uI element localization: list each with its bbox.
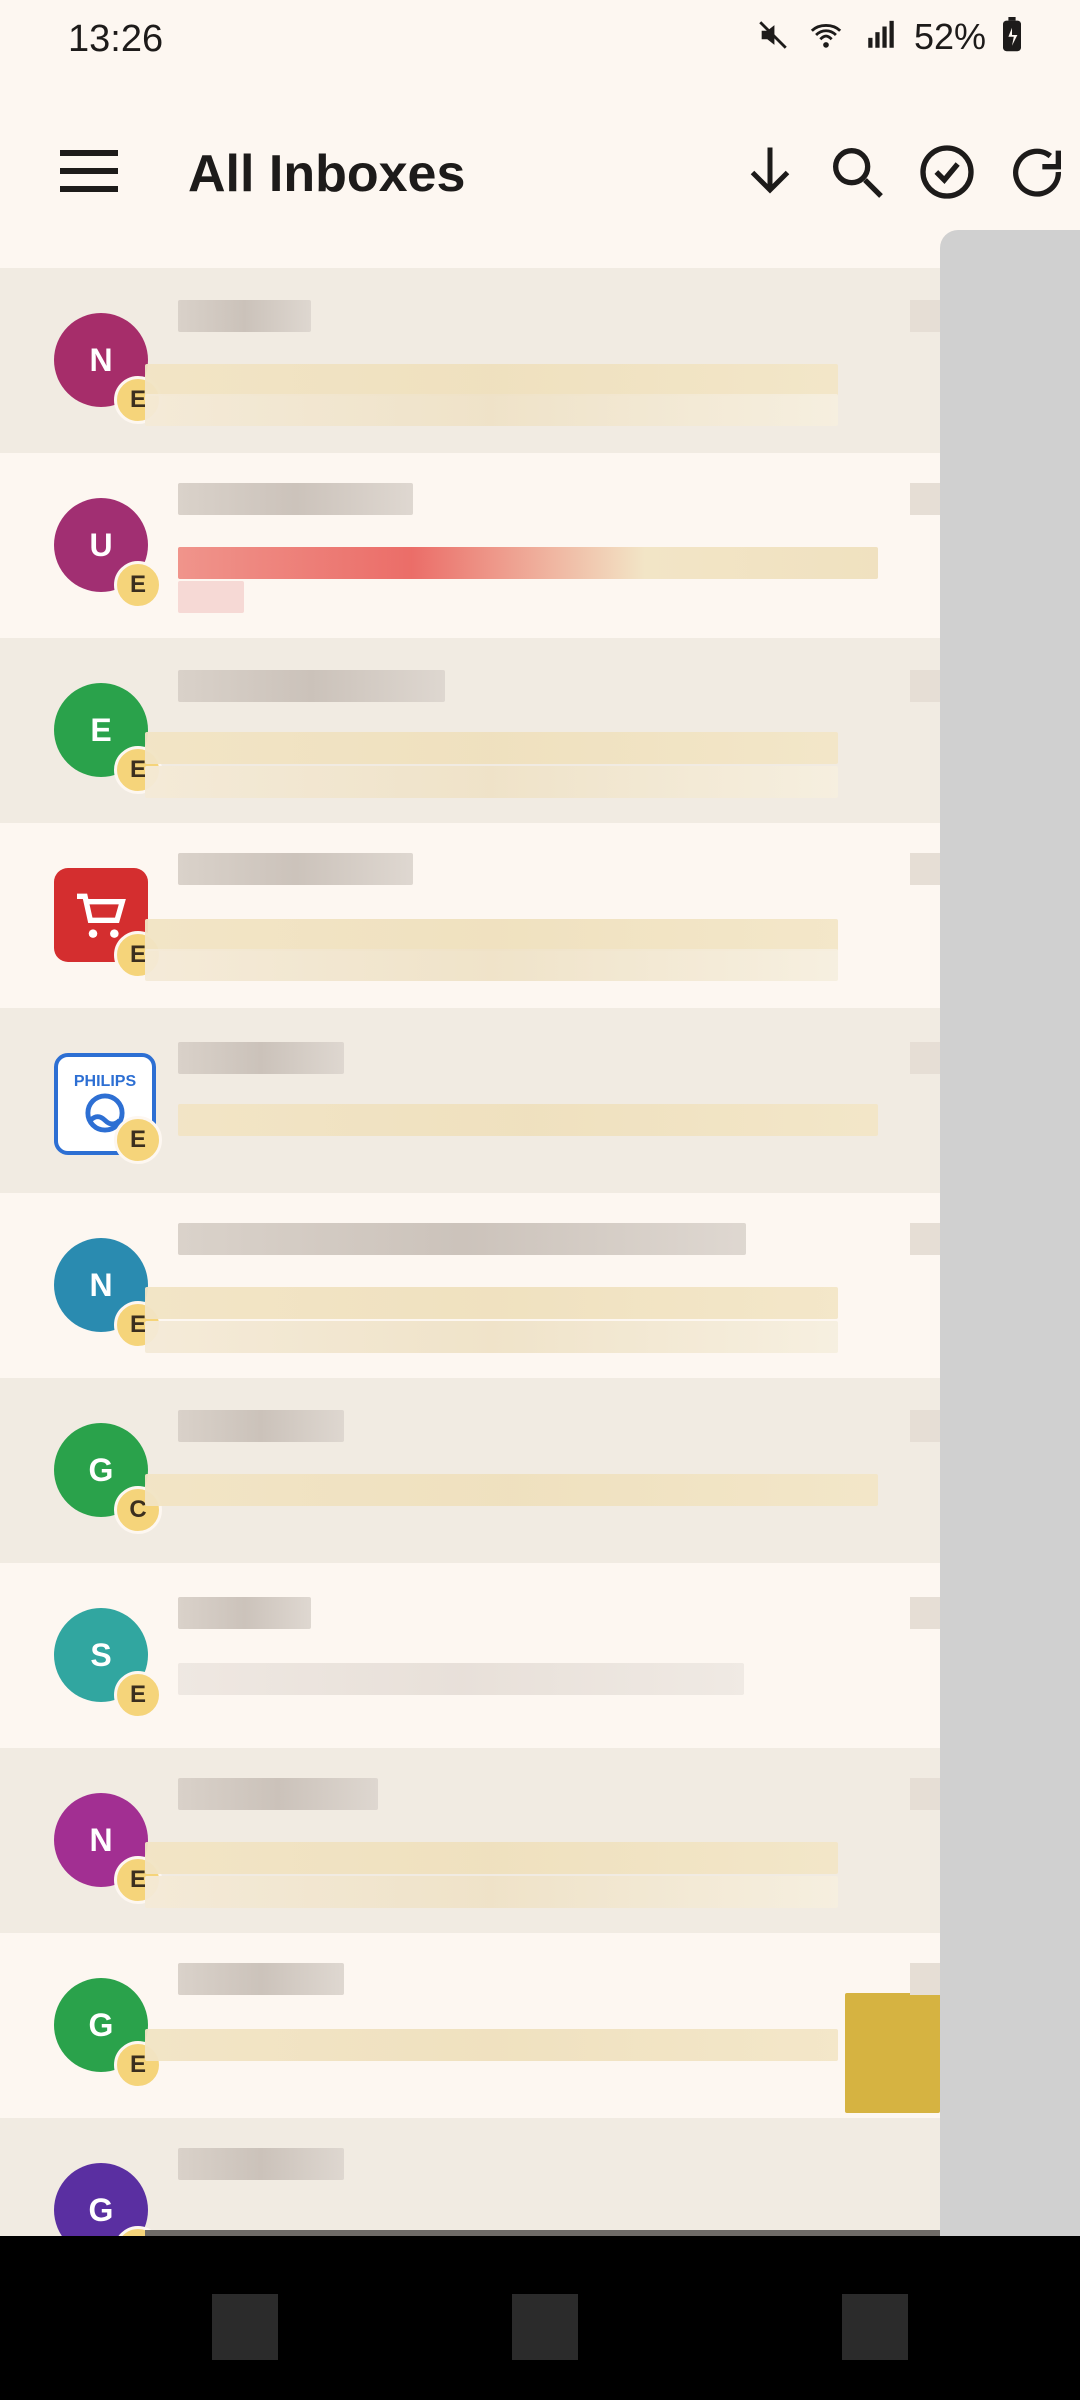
status-bar: 13:26 52% <box>0 0 1080 80</box>
message-preview-blurred <box>145 1563 940 1748</box>
scrollbar[interactable] <box>940 230 1080 2400</box>
message-list: N E U E E E E PHILIPS E N E G C S E N E … <box>0 268 1080 2303</box>
message-preview-blurred <box>145 1748 940 1933</box>
message-row[interactable]: N E <box>0 1193 1080 1378</box>
message-row[interactable]: E E <box>0 638 1080 823</box>
mute-icon <box>756 18 790 57</box>
menu-icon <box>56 150 122 206</box>
arrow-down-icon <box>740 147 800 204</box>
refresh-button[interactable] <box>1005 140 1075 210</box>
message-row[interactable]: N E <box>0 1748 1080 1933</box>
select-all-button[interactable] <box>915 140 985 210</box>
system-nav-bar <box>0 2236 1080 2400</box>
message-row[interactable]: G E <box>0 1933 1080 2118</box>
message-row[interactable]: U E <box>0 453 1080 638</box>
message-row[interactable]: G C <box>0 1378 1080 1563</box>
menu-button[interactable] <box>56 142 136 206</box>
search-icon <box>825 148 889 208</box>
message-preview-blurred <box>145 268 940 453</box>
message-preview-blurred <box>145 1008 940 1193</box>
message-row[interactable]: PHILIPS E <box>0 1008 1080 1193</box>
message-row[interactable]: N E <box>0 268 1080 453</box>
message-preview-blurred <box>145 1193 940 1378</box>
battery-percent: 52% <box>913 16 986 57</box>
home-button[interactable] <box>512 2294 578 2360</box>
signal-icon <box>862 18 900 57</box>
status-time: 13:26 <box>68 18 164 60</box>
battery-icon <box>1000 16 1024 58</box>
download-button[interactable] <box>740 140 810 210</box>
message-row[interactable]: S E <box>0 1563 1080 1748</box>
message-preview-blurred <box>145 1933 940 2118</box>
message-preview-blurred <box>145 823 940 1008</box>
refresh-icon <box>1005 148 1069 208</box>
message-row[interactable]: E <box>0 823 1080 1008</box>
search-button[interactable] <box>825 140 895 210</box>
app-bar: All Inboxes <box>0 100 1080 250</box>
recent-apps-button[interactable] <box>212 2294 278 2360</box>
page-title: All Inboxes <box>188 145 466 203</box>
check-circle-icon <box>915 145 979 208</box>
back-button[interactable] <box>842 2294 908 2360</box>
message-preview-blurred <box>145 1378 940 1563</box>
philips-logo-text: PHILIPS <box>73 1073 137 1090</box>
message-preview-blurred <box>145 453 940 638</box>
status-icons: 52% <box>756 16 1024 58</box>
message-preview-blurred <box>145 638 940 823</box>
wifi-icon <box>804 18 848 57</box>
